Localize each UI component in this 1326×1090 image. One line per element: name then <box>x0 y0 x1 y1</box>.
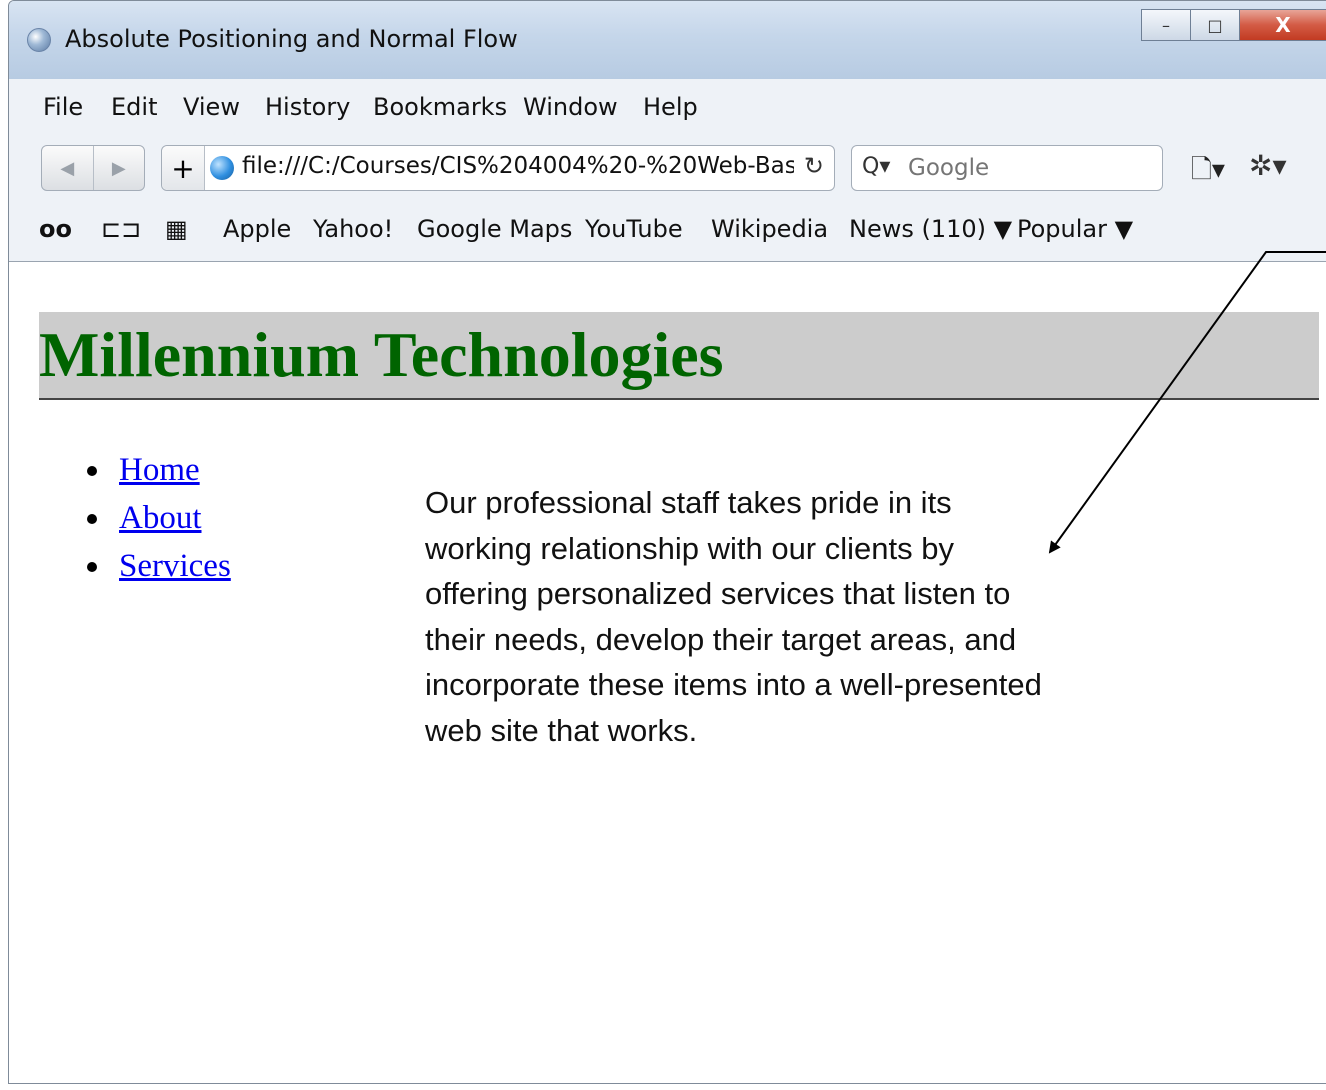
annotation-arrow <box>1048 251 1326 554</box>
